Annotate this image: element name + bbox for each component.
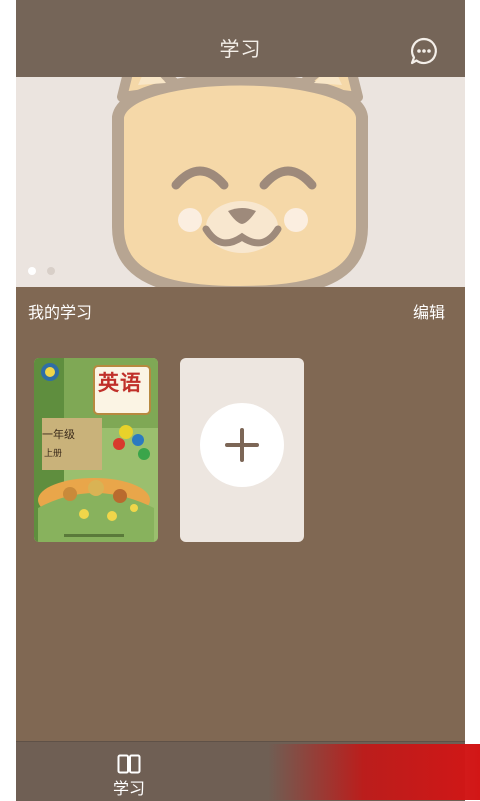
edit-button[interactable]: 编辑 — [413, 302, 445, 324]
tab-study[interactable]: 学习 — [101, 742, 157, 801]
cartoon-cat-image — [112, 77, 368, 287]
my-study-title: 我的学习 — [28, 303, 93, 322]
book-icon — [117, 754, 141, 774]
app-screen: 学习 我的学习 编辑 英语 一年级 上册 — [16, 0, 465, 800]
banner-carousel[interactable] — [16, 77, 465, 287]
header: 学习 — [16, 0, 465, 77]
book-card-english[interactable]: 英语 一年级 上册 — [34, 358, 158, 542]
carousel-dot[interactable] — [47, 267, 55, 275]
book-title: 英语 — [98, 370, 142, 395]
book-volume: 上册 — [44, 449, 63, 459]
add-book-card[interactable] — [180, 358, 304, 542]
page-title: 学习 — [219, 37, 262, 61]
plus-icon — [225, 428, 259, 462]
chat-bubble-icon — [410, 37, 437, 65]
book-grade: 一年级 — [42, 428, 75, 441]
watermark-overlay — [268, 744, 480, 800]
tab-study-label: 学习 — [112, 779, 145, 798]
add-book-button[interactable] — [200, 403, 284, 487]
carousel-dot-active[interactable] — [28, 267, 36, 275]
chat-button[interactable] — [409, 36, 439, 66]
